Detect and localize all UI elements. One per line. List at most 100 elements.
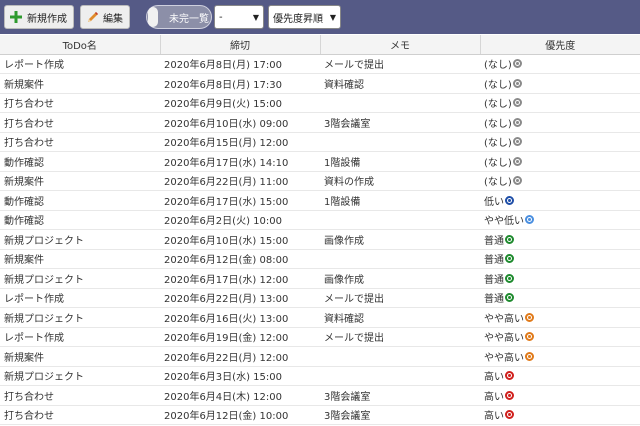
column-header-priority[interactable]: 優先度 <box>480 35 640 55</box>
priority-cell: やや低い <box>480 210 640 230</box>
table-row[interactable]: 動作確認 2020年6月2日(火) 10:00 やや低い <box>0 210 640 230</box>
priority-cell: 高い <box>480 366 640 386</box>
deadline-cell: 2020年6月16日(火) 13:00 <box>160 307 320 328</box>
table-row[interactable]: 新規案件 2020年6月12日(金) 08:00 普通 <box>0 249 640 269</box>
table-row[interactable]: 打ち合わせ 2020年6月9日(火) 15:00 (なし) <box>0 93 640 113</box>
priority-label: 低い <box>484 196 504 208</box>
table-row[interactable]: レポート作成 2020年6月19日(金) 12:00 メールで提出 やや高い <box>0 327 640 347</box>
memo-cell: 画像作成 <box>320 268 480 289</box>
toggle-label: 未完一覧 <box>169 13 209 25</box>
priority-circle-icon <box>512 59 522 69</box>
table-row[interactable]: レポート作成 2020年6月8日(月) 17:00 メールで提出 (なし) <box>0 54 640 74</box>
table-row[interactable]: 打ち合わせ 2020年6月4日(木) 12:00 3階会議室 高い <box>0 385 640 406</box>
deadline-cell: 2020年6月2日(火) 10:00 <box>160 210 320 230</box>
deadline-cell: 2020年6月12日(金) 10:00 <box>160 405 320 425</box>
todo-name-cell: 打ち合わせ <box>0 93 160 113</box>
memo-cell: 3階会議室 <box>320 385 480 406</box>
deadline-cell: 2020年6月8日(月) 17:30 <box>160 73 320 94</box>
column-header-deadline[interactable]: 締切 <box>160 35 321 55</box>
priority-cell: やや高い <box>480 346 640 367</box>
todo-name-cell: 新規プロジェクト <box>0 268 160 289</box>
memo-cell: 画像作成 <box>320 229 480 250</box>
priority-cell: (なし) <box>480 93 640 113</box>
priority-label: 普通 <box>484 294 504 306</box>
priority-indicator: 普通 <box>484 251 514 266</box>
priority-cell: (なし) <box>480 73 640 94</box>
table-row[interactable]: 動作確認 2020年6月17日(水) 15:00 1階設備 低い <box>0 190 640 211</box>
table-row[interactable]: 打ち合わせ 2020年6月10日(水) 09:00 3階会議室 (なし) <box>0 112 640 133</box>
priority-label: 普通 <box>484 255 504 267</box>
priority-circle-icon <box>505 195 514 205</box>
edit-button[interactable]: 編集 <box>80 5 130 29</box>
priority-cell: (なし) <box>480 132 640 152</box>
priority-cell: やや高い <box>480 307 640 328</box>
priority-cell: やや高い <box>480 327 640 347</box>
chevron-down-icon: ▼ <box>329 12 336 22</box>
table-row[interactable]: 新規案件 2020年6月22日(月) 12:00 やや高い <box>0 346 640 367</box>
table-row[interactable]: 打ち合わせ 2020年6月12日(金) 10:00 3階会議室 高い <box>0 405 640 425</box>
priority-circle-icon <box>525 332 534 342</box>
edit-button-label: 編集 <box>103 13 123 25</box>
priority-cell: 普通 <box>480 268 640 289</box>
memo-cell <box>320 210 480 230</box>
toolbar: 新規作成 編集 未完一覧 - ▼ 優先度昇順 ▼ <box>0 0 640 34</box>
table-row[interactable]: 新規プロジェクト 2020年6月16日(火) 13:00 資料確認 やや高い <box>0 307 640 328</box>
priority-indicator: やや高い <box>484 329 534 344</box>
memo-cell: 資料の作成 <box>320 171 480 191</box>
priority-indicator: 普通 <box>484 271 514 286</box>
pencil-icon <box>85 10 99 24</box>
table-row[interactable]: 打ち合わせ 2020年6月15日(月) 12:00 (なし) <box>0 132 640 152</box>
priority-cell: 高い <box>480 405 640 425</box>
chevron-down-icon: ▼ <box>252 12 259 22</box>
deadline-cell: 2020年6月22日(月) 12:00 <box>160 346 320 367</box>
priority-circle-icon <box>505 371 514 381</box>
memo-cell <box>320 366 480 386</box>
new-button[interactable]: 新規作成 <box>4 5 74 29</box>
priority-label: (なし) <box>484 138 512 150</box>
priority-label: (なし) <box>484 118 512 130</box>
priority-circle-icon <box>525 312 534 322</box>
deadline-cell: 2020年6月22日(月) 11:00 <box>160 171 320 191</box>
todo-name-cell: 新規案件 <box>0 249 160 269</box>
deadline-cell: 2020年6月12日(金) 08:00 <box>160 249 320 269</box>
column-header-todo-name[interactable]: ToDo名 <box>0 35 161 55</box>
priority-circle-icon <box>512 98 522 108</box>
priority-label: (なし) <box>484 60 512 72</box>
memo-cell: 3階会議室 <box>320 112 480 133</box>
table-row[interactable]: 新規プロジェクト 2020年6月3日(水) 15:00 高い <box>0 366 640 386</box>
priority-label: 高い <box>484 411 504 423</box>
memo-cell: 1階設備 <box>320 151 480 172</box>
table-header-row: ToDo名 締切 メモ 優先度 <box>0 35 640 55</box>
priority-circle-icon <box>505 293 514 303</box>
table-row[interactable]: 新規案件 2020年6月8日(月) 17:30 資料確認 (なし) <box>0 73 640 94</box>
priority-indicator: 高い <box>484 388 514 403</box>
toggle-knob[interactable] <box>148 7 158 27</box>
priority-circle-icon <box>505 234 514 244</box>
priority-indicator: やや高い <box>484 310 534 325</box>
column-header-memo[interactable]: メモ <box>320 35 481 55</box>
todo-name-cell: 打ち合わせ <box>0 132 160 152</box>
memo-cell <box>320 132 480 152</box>
priority-indicator: 普通 <box>484 232 514 247</box>
priority-indicator: (なし) <box>484 115 522 130</box>
priority-cell: (なし) <box>480 171 640 191</box>
memo-cell: メールで提出 <box>320 327 480 347</box>
incomplete-list-toggle[interactable]: 未完一覧 <box>146 5 212 29</box>
todo-name-cell: 打ち合わせ <box>0 405 160 425</box>
table-row[interactable]: 新規案件 2020年6月22日(月) 11:00 資料の作成 (なし) <box>0 171 640 191</box>
sort-select[interactable]: 優先度昇順 ▼ <box>268 5 341 29</box>
priority-label: 高い <box>484 372 504 384</box>
deadline-cell: 2020年6月15日(月) 12:00 <box>160 132 320 152</box>
priority-indicator: 高い <box>484 407 514 422</box>
filter-select-value: - <box>219 11 223 23</box>
table-row[interactable]: 新規プロジェクト 2020年6月10日(水) 15:00 画像作成 普通 <box>0 229 640 250</box>
table-row[interactable]: 新規プロジェクト 2020年6月17日(水) 12:00 画像作成 普通 <box>0 268 640 289</box>
priority-circle-icon <box>512 117 522 127</box>
filter-select[interactable]: - ▼ <box>214 5 264 29</box>
priority-circle-icon <box>512 176 522 186</box>
table-row[interactable]: 動作確認 2020年6月17日(水) 14:10 1階設備 (なし) <box>0 151 640 172</box>
priority-indicator: (なし) <box>484 95 522 110</box>
todo-name-cell: 新規プロジェクト <box>0 307 160 328</box>
priority-label: やや低い <box>484 216 524 228</box>
table-row[interactable]: レポート作成 2020年6月22日(月) 13:00 メールで提出 普通 <box>0 288 640 308</box>
